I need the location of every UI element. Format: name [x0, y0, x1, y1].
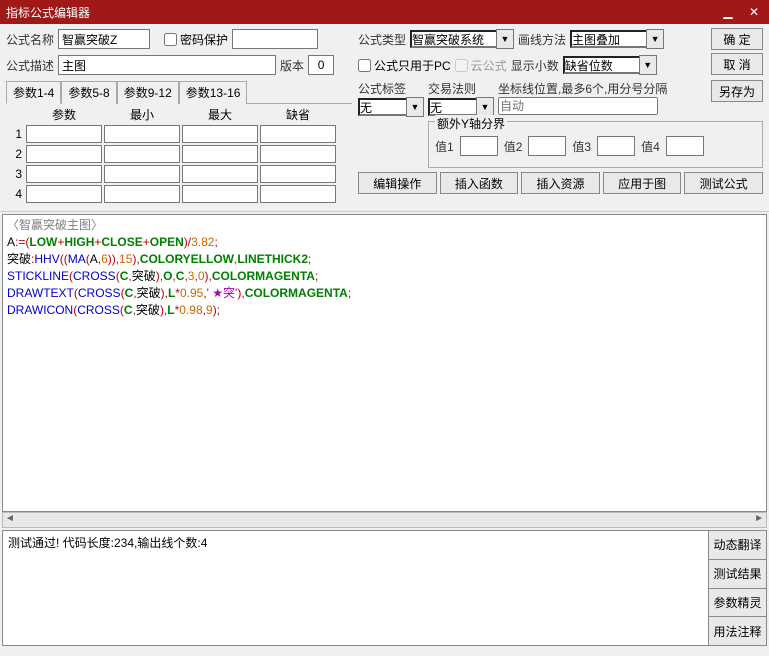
param-input[interactable]	[26, 125, 102, 143]
version-input[interactable]	[308, 55, 334, 75]
param-grid: 参数 最小 最大 缺省 1 2 3 4	[6, 104, 352, 211]
param-idx: 2	[6, 147, 24, 161]
param-input[interactable]	[260, 165, 336, 183]
param-tab-1[interactable]: 参数1-4	[6, 81, 61, 104]
param-header: 参数	[26, 106, 102, 123]
label-password-protect: 密码保护	[180, 31, 228, 48]
test-result-button[interactable]: 测试结果	[709, 560, 767, 589]
insert-func-button[interactable]: 插入函数	[440, 172, 519, 194]
val4-input[interactable]	[666, 136, 704, 156]
top-left-panel: 公式名称 密码保护 公式描述 版本 参数1-4 参数5-8 参数9-12 参数1…	[6, 28, 352, 211]
usage-note-button[interactable]: 用法注释	[709, 617, 767, 646]
dyn-translate-button[interactable]: 动态翻译	[709, 530, 767, 560]
label-coord-hint: 坐标线位置,最多6个,用分号分隔	[498, 80, 703, 97]
insert-res-button[interactable]: 插入资源	[521, 172, 600, 194]
chevron-down-icon[interactable]: ▼	[646, 29, 664, 49]
label-val3: 值3	[572, 138, 591, 155]
label-version: 版本	[280, 57, 304, 74]
param-tab-4[interactable]: 参数13-16	[179, 81, 248, 104]
label-trade-rule: 交易法则	[428, 80, 494, 97]
side-button-column: 动态翻译 测试结果 参数精灵 用法注释	[709, 530, 767, 646]
close-icon[interactable]: ✕	[745, 3, 763, 21]
param-idx: 1	[6, 127, 24, 141]
param-input[interactable]	[182, 145, 258, 163]
label-show-decimal: 显示小数	[511, 57, 559, 74]
password-protect-checkbox[interactable]	[164, 33, 177, 46]
draw-method-select[interactable]	[570, 30, 646, 48]
val1-input[interactable]	[460, 136, 498, 156]
param-idx: 3	[6, 167, 24, 181]
label-formula-type: 公式类型	[358, 31, 406, 48]
formula-name-input[interactable]	[58, 29, 150, 49]
password-input[interactable]	[232, 29, 318, 49]
code-section-title: 〈智赢突破主图〉	[7, 218, 103, 232]
val2-input[interactable]	[528, 136, 566, 156]
param-input[interactable]	[260, 185, 336, 203]
formula-tag-select[interactable]	[358, 98, 406, 116]
label-extra-y: 额外Y轴分界	[435, 115, 507, 132]
action-button-row: 编辑操作 插入函数 插入资源 应用于图 测试公式	[358, 172, 763, 194]
chevron-down-icon[interactable]: ▼	[406, 97, 424, 117]
cloud-formula-checkbox	[455, 59, 468, 72]
label-val1: 值1	[435, 138, 454, 155]
param-input[interactable]	[26, 145, 102, 163]
top-form: 公式名称 密码保护 公式描述 版本 参数1-4 参数5-8 参数9-12 参数1…	[0, 24, 769, 212]
label-formula-tag: 公式标签	[358, 80, 424, 97]
code-editor[interactable]: 〈智赢突破主图〉 A:=(LOW+HIGH+CLOSE+OPEN)/3.82; …	[2, 214, 767, 512]
param-input[interactable]	[104, 145, 180, 163]
extra-y-fieldset: 额外Y轴分界 值1 值2 值3 值4	[428, 121, 763, 168]
titlebar: 指标公式编辑器 ▁ ✕	[0, 0, 769, 24]
param-idx: 4	[6, 187, 24, 201]
val3-input[interactable]	[597, 136, 635, 156]
label-formula-desc: 公式描述	[6, 57, 54, 74]
param-header: 缺省	[260, 106, 336, 123]
ok-button[interactable]: 确 定	[711, 28, 763, 50]
formula-type-select[interactable]	[410, 30, 496, 48]
param-input[interactable]	[182, 185, 258, 203]
param-input[interactable]	[260, 125, 336, 143]
param-input[interactable]	[260, 145, 336, 163]
output-text: 测试通过! 代码长度:234,输出线个数:4	[8, 536, 207, 550]
param-input[interactable]	[104, 185, 180, 203]
param-input[interactable]	[104, 125, 180, 143]
formula-desc-input[interactable]	[58, 55, 276, 75]
param-input[interactable]	[182, 165, 258, 183]
apply-graph-button[interactable]: 应用于图	[603, 172, 682, 194]
top-right-panel: 公式类型 ▼ 画线方法 ▼ 公式只用于PC 云公式 显示小数 ▼ 确 定 取 消	[358, 28, 763, 211]
horizontal-scrollbar[interactable]	[2, 512, 767, 528]
window-controls: ▁ ✕	[719, 3, 763, 21]
pc-only-checkbox[interactable]	[358, 59, 371, 72]
label-draw-method: 画线方法	[518, 31, 566, 48]
param-wizard-button[interactable]: 参数精灵	[709, 589, 767, 618]
param-input[interactable]	[104, 165, 180, 183]
decimal-select[interactable]	[563, 56, 639, 74]
bottom-panel: 测试通过! 代码长度:234,输出线个数:4 动态翻译 测试结果 参数精灵 用法…	[2, 530, 767, 646]
label-cloud-formula: 云公式	[471, 57, 507, 74]
param-input[interactable]	[182, 125, 258, 143]
label-val2: 值2	[504, 138, 523, 155]
param-input[interactable]	[26, 165, 102, 183]
edit-op-button[interactable]: 编辑操作	[358, 172, 437, 194]
label-formula-name: 公式名称	[6, 31, 54, 48]
trade-rule-select[interactable]	[428, 98, 476, 116]
param-header: 最小	[104, 106, 180, 123]
coord-input[interactable]	[498, 97, 658, 115]
chevron-down-icon[interactable]: ▼	[639, 55, 657, 75]
window-title: 指标公式编辑器	[6, 4, 90, 21]
minimize-icon[interactable]: ▁	[719, 3, 737, 21]
saveas-button[interactable]: 另存为	[711, 80, 763, 102]
label-pc-only: 公式只用于PC	[374, 57, 451, 74]
test-formula-button[interactable]: 测试公式	[684, 172, 763, 194]
chevron-down-icon[interactable]: ▼	[496, 29, 514, 49]
param-tab-2[interactable]: 参数5-8	[61, 81, 116, 104]
param-tab-3[interactable]: 参数9-12	[117, 81, 179, 104]
param-header: 最大	[182, 106, 258, 123]
param-tabs: 参数1-4 参数5-8 参数9-12 参数13-16	[6, 80, 352, 104]
chevron-down-icon[interactable]: ▼	[476, 97, 494, 117]
cancel-button[interactable]: 取 消	[711, 53, 763, 75]
output-panel[interactable]: 测试通过! 代码长度:234,输出线个数:4	[2, 530, 709, 646]
param-input[interactable]	[26, 185, 102, 203]
label-val4: 值4	[641, 138, 660, 155]
